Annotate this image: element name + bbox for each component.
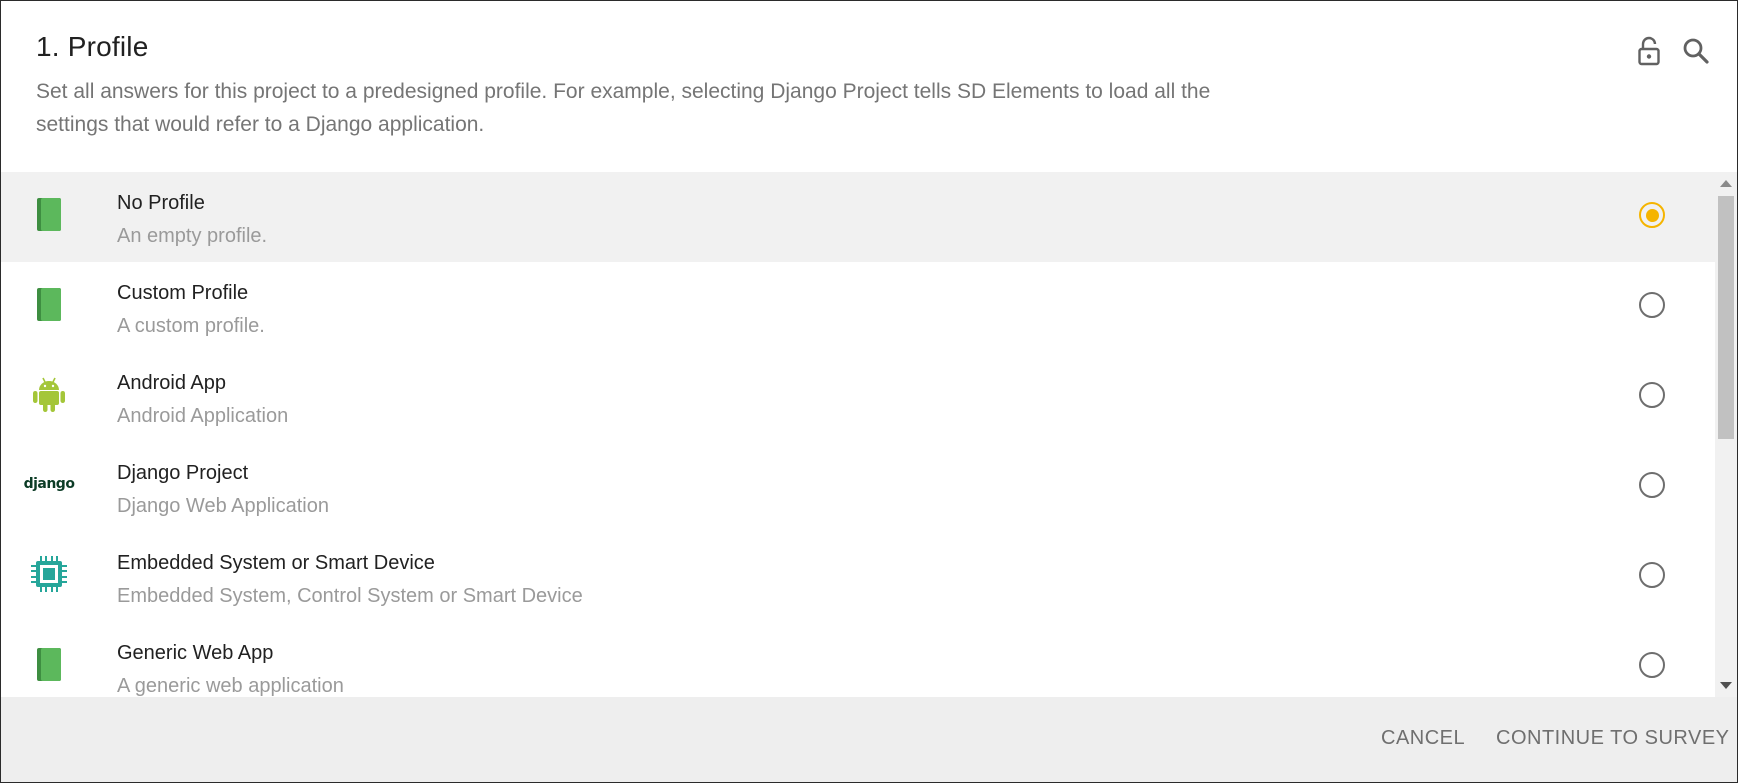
profile-subtitle: Embedded System, Control System or Smart… xyxy=(117,585,583,607)
list-scrollbar[interactable] xyxy=(1715,172,1737,697)
profile-list: No Profile An empty profile. Custom Prof… xyxy=(1,172,1715,697)
profile-subtitle: Android Application xyxy=(117,405,289,427)
profile-option-android-app[interactable]: Android App Android Application xyxy=(1,352,1715,442)
dialog-footer: CANCEL CONTINUE TO SURVEY xyxy=(1,697,1737,782)
profile-subtitle: An empty profile. xyxy=(117,225,268,247)
django-logo-icon: django xyxy=(24,464,75,504)
continue-to-survey-button[interactable]: CONTINUE TO SURVEY xyxy=(1496,727,1730,750)
dialog-header: 1. Profile Set all answers for this proj… xyxy=(1,1,1737,172)
scroll-thumb[interactable] xyxy=(1718,196,1734,439)
cancel-button[interactable]: CANCEL xyxy=(1381,727,1465,750)
profile-subtitle: A custom profile. xyxy=(117,315,265,337)
profile-option-generic-web-app[interactable]: Generic Web App A generic web applicatio… xyxy=(1,622,1715,697)
profile-option-no-profile[interactable]: No Profile An empty profile. xyxy=(1,172,1715,262)
profile-title: Generic Web App xyxy=(117,642,274,664)
profile-option-embedded-system[interactable]: Embedded System or Smart Device Embedded… xyxy=(1,532,1715,622)
radio-dot xyxy=(1645,208,1659,222)
profile-title: Android App xyxy=(117,372,226,394)
book-icon xyxy=(29,644,69,684)
profile-radio[interactable] xyxy=(1639,382,1665,408)
profile-radio[interactable] xyxy=(1639,562,1665,588)
profile-radio[interactable] xyxy=(1639,202,1665,228)
profile-subtitle: Django Web Application xyxy=(117,495,329,517)
book-icon xyxy=(29,194,69,234)
profile-subtitle: A generic web application xyxy=(117,675,344,697)
profile-radio[interactable] xyxy=(1639,472,1665,498)
profile-option-custom-profile[interactable]: Custom Profile A custom profile. xyxy=(1,262,1715,352)
profile-radio[interactable] xyxy=(1639,652,1665,678)
android-icon xyxy=(29,374,69,414)
profile-title: Custom Profile xyxy=(117,282,249,304)
profile-title: Django Project xyxy=(117,462,249,484)
profile-title: No Profile xyxy=(117,192,205,214)
scroll-down-arrow-icon[interactable] xyxy=(1720,682,1732,689)
profile-radio[interactable] xyxy=(1639,292,1665,318)
profile-dialog: 1. Profile Set all answers for this proj… xyxy=(0,0,1738,783)
lock-open-icon[interactable] xyxy=(1633,35,1665,67)
dialog-description: Set all answers for this project to a pr… xyxy=(36,80,1211,136)
chip-icon xyxy=(29,554,69,594)
profile-option-django-project[interactable]: django Django Project Django Web Applica… xyxy=(1,442,1715,532)
profile-title: Embedded System or Smart Device xyxy=(117,552,435,574)
dialog-title: 1. Profile xyxy=(36,31,149,62)
search-icon[interactable] xyxy=(1680,35,1712,67)
book-icon xyxy=(29,284,69,324)
django-logo-text: django xyxy=(23,476,75,492)
scroll-up-arrow-icon[interactable] xyxy=(1720,180,1732,187)
